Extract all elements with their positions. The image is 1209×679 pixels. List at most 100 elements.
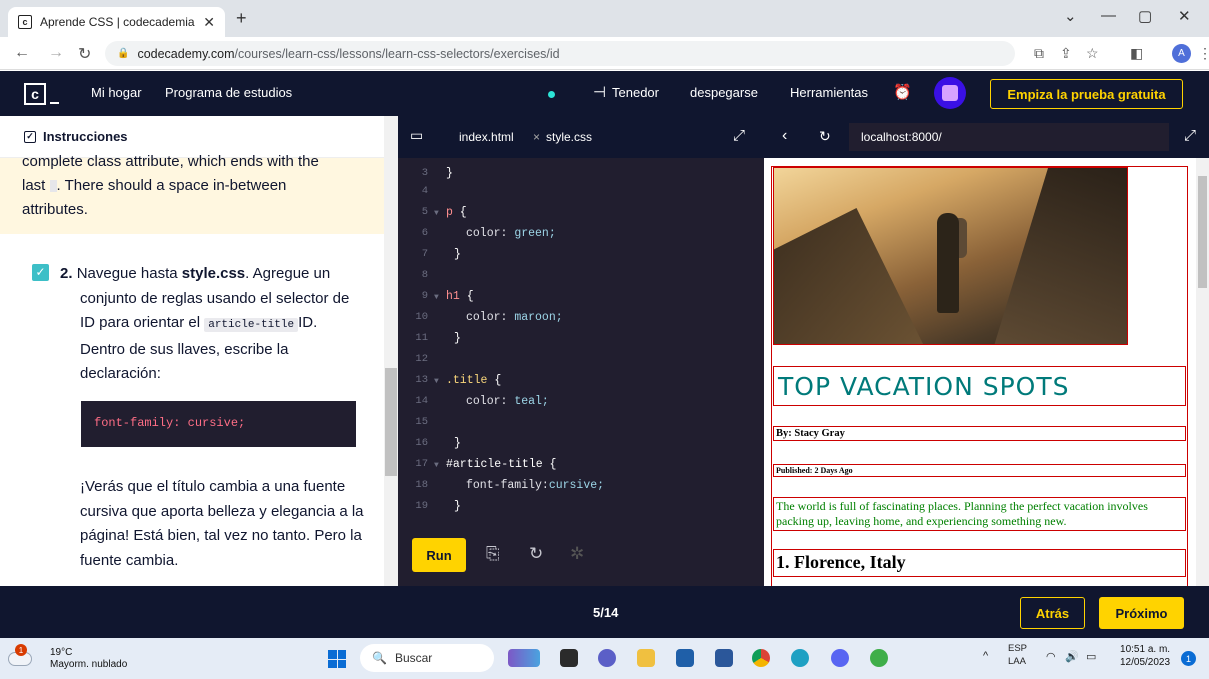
line-number: 12: [415, 353, 428, 365]
free-trial-button[interactable]: Empiza la prueba gratuita: [990, 79, 1183, 109]
store-icon[interactable]: [676, 649, 694, 667]
scrollbar-thumb[interactable]: [385, 368, 397, 476]
instruction-paragraph: ¡Verás que el título cambia a una fuente…: [80, 478, 364, 569]
close-tab-icon[interactable]: ✕: [203, 14, 215, 31]
tab-search-icon[interactable]: ⌄: [1064, 7, 1077, 25]
scrollbar-thumb[interactable]: [1198, 176, 1207, 288]
codecademy-header: c Mi hogar Programa de estudios ⊣ Tenedo…: [0, 71, 1209, 116]
checkbox-icon: ✓: [24, 130, 36, 143]
tray-overflow-icon[interactable]: ^: [983, 650, 988, 662]
weather-badge: 1: [15, 644, 27, 656]
browser-tab[interactable]: c Aprende CSS | codecademia ✕: [8, 7, 225, 37]
profile-avatar[interactable]: A: [1172, 44, 1191, 63]
minimize-icon[interactable]: —: [1101, 7, 1116, 24]
tools-button[interactable]: Herramientas: [790, 85, 868, 100]
value: cursive;: [548, 479, 605, 492]
preview-refresh-icon[interactable]: ↻: [819, 128, 831, 145]
language-indicator[interactable]: ESP LAA: [1008, 642, 1027, 668]
hint-line-3: attributes.: [22, 201, 88, 218]
alarm-clock-icon[interactable]: ⏰: [893, 83, 912, 101]
preview-scrollbar[interactable]: [1196, 158, 1209, 586]
system-clock[interactable]: 10:51 a. m. 12/05/2023: [1120, 643, 1170, 669]
volume-icon[interactable]: 🔊: [1065, 650, 1079, 663]
side-panel-icon[interactable]: ◧: [1130, 45, 1143, 62]
nav-program[interactable]: Programa de estudios: [165, 85, 292, 100]
taskbar-search[interactable]: 🔍 Buscar: [360, 644, 494, 672]
unstick-button[interactable]: despegarse: [690, 85, 758, 100]
code-line-9: h1 {: [446, 290, 474, 303]
copy-code-icon[interactable]: ⎘: [486, 544, 500, 564]
code-line-6: color: green;: [466, 227, 556, 240]
tab-close-icon[interactable]: ×: [533, 130, 540, 144]
chat-icon[interactable]: [598, 649, 616, 667]
next-button[interactable]: Próximo: [1099, 597, 1184, 629]
lesson-footer: 5/14 Atrás Próximo: [0, 586, 1209, 638]
tab-index-html[interactable]: index.html: [459, 130, 514, 144]
completed-check-icon: ✓: [32, 264, 49, 281]
line-number: 16: [415, 437, 428, 449]
translate-icon[interactable]: ⧉: [1034, 45, 1044, 62]
step-text: 2. Navegue hasta style.css. Agregue un c…: [32, 262, 362, 387]
bug-icon[interactable]: ✲: [570, 544, 584, 564]
value: green;: [507, 227, 556, 240]
codecademy-favicon-icon: c: [18, 15, 32, 29]
fold-arrow-icon[interactable]: ▼: [434, 293, 439, 302]
code-line-11: }: [454, 332, 461, 345]
chrome-icon[interactable]: [752, 649, 770, 667]
weather-desc: Mayorm. nublado: [50, 659, 128, 670]
preview-back-icon[interactable]: ‹: [782, 127, 787, 145]
forward-icon[interactable]: →: [48, 44, 64, 62]
file-explorer-icon[interactable]: [637, 649, 655, 667]
fold-arrow-icon[interactable]: ▼: [434, 209, 439, 218]
restore-icon[interactable]: ▢: [1138, 7, 1152, 25]
code-area[interactable]: 3 } 4 5 ▼ p { 6 color: green; 7 } 8 9 ▼ …: [398, 158, 764, 524]
expand-editor-icon[interactable]: ⤢: [733, 127, 745, 144]
nav-home[interactable]: Mi hogar: [91, 85, 142, 100]
back-button[interactable]: Atrás: [1020, 597, 1085, 629]
fold-arrow-icon[interactable]: ▼: [434, 377, 439, 386]
notification-badge[interactable]: 1: [1181, 651, 1196, 666]
instructions-scrollbar[interactable]: [384, 116, 398, 586]
preview-expand-icon[interactable]: ⤢: [1184, 127, 1196, 144]
fold-arrow-icon[interactable]: ▼: [434, 461, 439, 470]
preview-url-field[interactable]: localhost:8000/: [849, 123, 1169, 151]
reload-icon[interactable]: ↻: [78, 44, 91, 64]
selector-title: .title: [446, 374, 488, 387]
kotlin-app-icon[interactable]: [870, 649, 888, 667]
close-window-icon[interactable]: ✕: [1178, 7, 1191, 25]
windows-start-icon[interactable]: [328, 650, 346, 668]
wifi-icon[interactable]: ◠: [1046, 650, 1056, 663]
weather-text: 19°C Mayorm. nublado: [50, 647, 127, 671]
widgets-icon[interactable]: [508, 649, 540, 667]
selector-h1: h1: [446, 290, 460, 303]
value: maroon;: [507, 311, 563, 324]
step-inline-code: article-title: [204, 318, 299, 332]
fork-button[interactable]: Tenedor: [612, 85, 659, 100]
back-icon[interactable]: ←: [14, 44, 30, 62]
lang-bottom: LAA: [1008, 656, 1026, 667]
battery-icon[interactable]: ▭: [1086, 650, 1096, 663]
codecademy-logo[interactable]: c: [24, 83, 46, 105]
new-tab-icon[interactable]: +: [236, 8, 247, 29]
task-view-icon[interactable]: [560, 649, 578, 667]
edge-icon[interactable]: [791, 649, 809, 667]
lock-icon: 🔒: [117, 48, 130, 59]
file-tree-icon[interactable]: ▭: [410, 127, 423, 144]
pixel-avatar-icon[interactable]: [934, 77, 966, 109]
run-button[interactable]: Run: [412, 538, 466, 572]
clock-date: 12/05/2023: [1120, 657, 1171, 668]
discord-icon[interactable]: [831, 649, 849, 667]
code-line-18: font-family:cursive;: [466, 479, 604, 492]
word-icon[interactable]: [715, 649, 733, 667]
line-number: 11: [415, 332, 428, 344]
browser-menu-icon[interactable]: ⋮: [1198, 45, 1209, 62]
url-field[interactable]: 🔒 codecademy.com/courses/learn-css/lesso…: [105, 41, 1015, 66]
brace: {: [452, 206, 467, 219]
reset-icon[interactable]: ↻: [529, 544, 543, 564]
line-number: 3: [421, 167, 428, 179]
selector-p: p: [446, 206, 453, 219]
weather-widget[interactable]: 1 19°C Mayorm. nublado: [8, 644, 158, 674]
share-icon[interactable]: ⇪: [1060, 45, 1072, 62]
tab-style-css[interactable]: style.css: [546, 130, 592, 144]
bookmark-star-icon[interactable]: ☆: [1086, 45, 1099, 62]
